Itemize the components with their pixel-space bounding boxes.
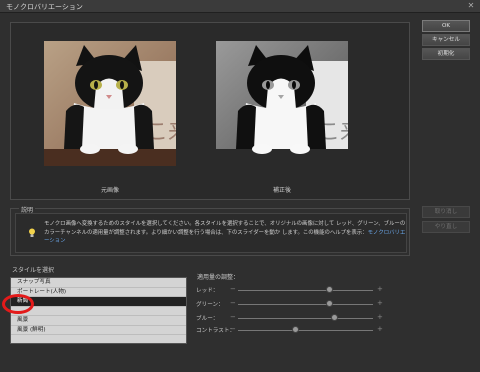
before-image: こ来: [44, 41, 176, 166]
close-icon[interactable]: ✕: [466, 1, 476, 11]
after-caption: 補正後: [272, 187, 291, 194]
slider-track[interactable]: [238, 290, 373, 291]
slider-label: レッド：: [196, 288, 219, 294]
slider-row: グリーン： − +: [196, 299, 386, 309]
adjust-section-label: 適用量の調整：: [197, 274, 240, 281]
slider-knob[interactable]: [331, 314, 339, 321]
reset-button[interactable]: 初期化: [422, 48, 470, 60]
description-panel: 説明 モノクロ画像へ変換するためのスタイルを選択してください。各スタイルを選択す…: [10, 205, 410, 256]
style-list-item[interactable]: スナップ写真: [11, 278, 186, 288]
plus-icon: +: [377, 299, 383, 307]
lightbulb-icon: [28, 228, 36, 238]
slider-knob[interactable]: [325, 300, 333, 307]
slider-knob[interactable]: [325, 286, 333, 293]
cancel-button[interactable]: キャンセル: [422, 34, 470, 46]
style-list-item[interactable]: ポートレート(人物): [11, 288, 186, 297]
slider-track[interactable]: [238, 304, 373, 305]
minus-icon: −: [230, 313, 236, 321]
ok-button[interactable]: OK: [422, 20, 470, 32]
plus-icon: +: [377, 313, 383, 321]
slider-label: グリーン：: [196, 302, 224, 308]
plus-icon: +: [377, 285, 383, 293]
minus-icon: −: [230, 325, 236, 333]
slider-row: コントラスト： − +: [196, 325, 386, 335]
style-list-item[interactable]: [11, 307, 186, 316]
minus-icon: −: [230, 285, 236, 293]
style-list[interactable]: スナップ写真 ポートレート(人物) 新聞風景 風景 (鮮明): [10, 277, 187, 344]
preview-panel: こ来 こ来: [10, 22, 410, 200]
style-section-label: スタイルを選択: [12, 267, 55, 274]
slider-row: ブルー： − +: [196, 313, 386, 323]
minus-icon: −: [230, 299, 236, 307]
slider-track[interactable]: [238, 318, 373, 319]
window-title: モノクロバリエーション: [6, 3, 83, 11]
slider-track[interactable]: [238, 330, 373, 331]
style-list-item[interactable]: 新聞: [11, 297, 186, 307]
title-bar: モノクロバリエーション ✕: [0, 0, 480, 13]
description-text: モノクロ画像へ変換するためのスタイルを選択してください。各スタイルを選択すること…: [44, 221, 406, 245]
plus-icon: +: [377, 325, 383, 333]
annotation-circle: [2, 294, 34, 314]
style-list-item[interactable]: 風景: [11, 316, 186, 326]
slider-row: レッド： − +: [196, 285, 386, 295]
description-box: モノクロ画像へ変換するためのスタイルを選択してください。各スタイルを選択すること…: [15, 213, 407, 253]
slider-knob[interactable]: [292, 326, 300, 333]
redo-button[interactable]: やり直し: [422, 221, 470, 233]
slider-label: ブルー：: [196, 316, 219, 322]
before-caption: 元画像: [100, 187, 119, 194]
after-image: こ来: [216, 41, 348, 166]
style-list-item[interactable]: 風景 (鮮明): [11, 326, 186, 335]
undo-button[interactable]: 取り消し: [422, 206, 470, 218]
